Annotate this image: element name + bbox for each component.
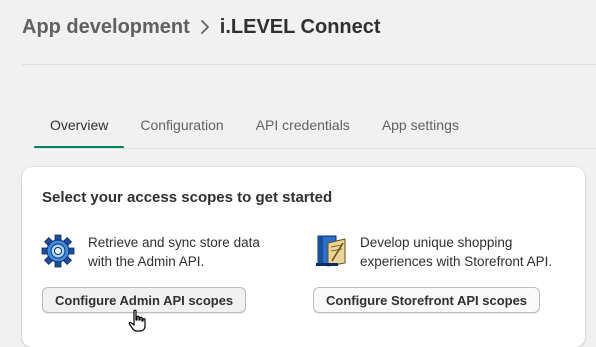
admin-api-feature: Retrieve and sync store data with the Ad… [40,233,278,271]
chevron-right-icon [190,20,220,34]
admin-api-description: Retrieve and sync store data with the Ad… [88,235,260,269]
gear-icon [40,233,76,269]
card-title: Select your access scopes to get started [42,189,333,206]
storefront-book-icon [312,233,348,269]
tab-configuration[interactable]: Configuration [124,106,239,146]
configure-storefront-api-scopes-button[interactable]: Configure Storefront API scopes [313,287,541,313]
tab-overview[interactable]: Overview [34,106,125,149]
header-divider [22,64,596,65]
breadcrumb: App development i.LEVEL Connect [22,14,381,40]
hand-pointer-cursor-icon [128,309,148,333]
storefront-api-description: Develop unique shopping experiences with… [360,235,553,269]
breadcrumb-parent-link[interactable]: App development [22,16,190,39]
tab-api-credentials[interactable]: API credentials [240,106,366,146]
storefront-api-feature: Develop unique shopping experiences with… [312,233,570,271]
tabs-divider [34,148,596,149]
tab-app-settings[interactable]: App settings [366,106,475,146]
page-title: i.LEVEL Connect [219,15,381,38]
tab-bar: Overview Configuration API credentials A… [34,106,475,150]
access-scopes-card: Select your access scopes to get started [22,167,585,347]
